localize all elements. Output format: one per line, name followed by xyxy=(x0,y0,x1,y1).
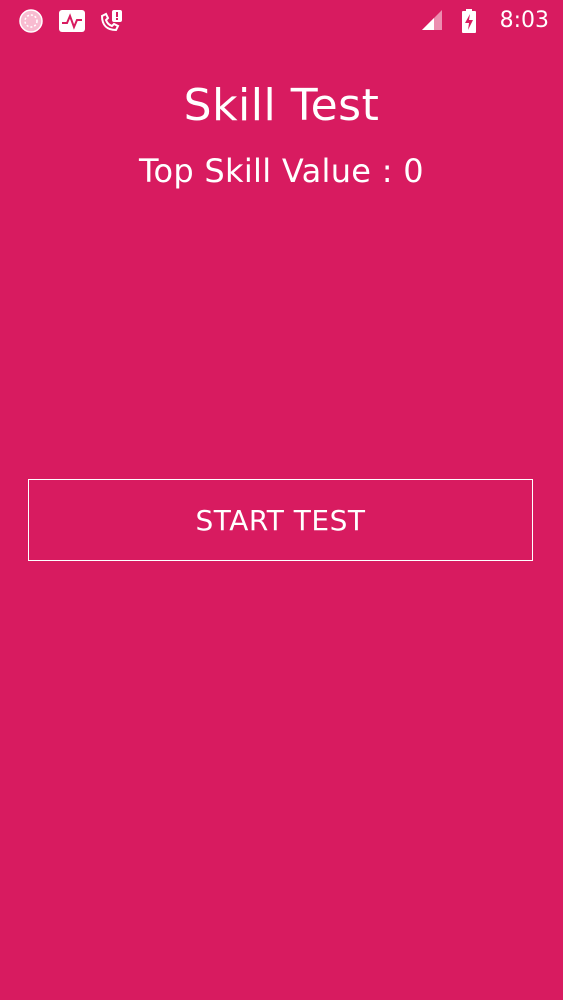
status-time: 8:03 xyxy=(499,8,549,33)
app-notification-icon xyxy=(18,8,44,34)
battery-charging-icon xyxy=(460,8,486,34)
page-title: Skill Test xyxy=(183,80,380,131)
activity-icon xyxy=(58,8,85,34)
status-bar: 8:03 xyxy=(0,0,563,44)
top-skill-value: Top Skill Value : 0 xyxy=(139,152,424,190)
missed-call-icon xyxy=(98,8,124,34)
start-test-button[interactable]: START TEST xyxy=(28,479,533,561)
signal-icon xyxy=(420,8,446,34)
status-bar-notifications xyxy=(18,8,124,34)
status-bar-system: 8:03 xyxy=(420,8,549,34)
